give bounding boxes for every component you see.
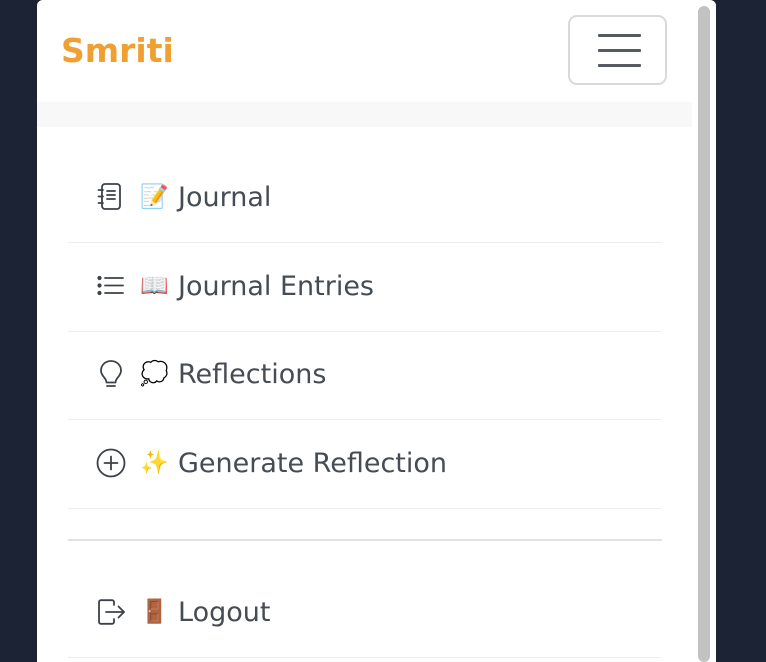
box-arrow-right-icon — [95, 596, 127, 628]
brand-logo[interactable]: Smriti — [61, 29, 174, 73]
open-book-emoji: 📖 — [140, 273, 169, 299]
menu-divider — [68, 539, 662, 541]
nav-menu: 📝 Journal 📖 Journal Entries 💭 Reflection… — [68, 127, 662, 662]
sparkles-emoji: ✨ — [140, 450, 169, 476]
nav-item-label: Reflections — [178, 359, 327, 390]
navbar: Smriti — [37, 0, 692, 102]
nav-item-logout[interactable]: 🚪 Logout — [68, 570, 662, 658]
scrollbar-thumb[interactable] — [698, 6, 710, 662]
thought-balloon-emoji: 💭 — [140, 361, 169, 387]
nav-item-label: Logout — [178, 597, 271, 628]
nav-item-journal[interactable]: 📝 Journal — [68, 155, 662, 243]
lightbulb-icon — [95, 358, 127, 390]
memo-emoji: 📝 — [140, 184, 169, 210]
list-icon — [95, 270, 127, 302]
navbar-collapse-divider — [37, 102, 692, 127]
nav-item-reflections[interactable]: 💭 Reflections — [68, 332, 662, 420]
app-window: Smriti 📝 Journal 📖 Journal Entries 💭 Ref… — [37, 0, 716, 662]
nav-item-journal-entries[interactable]: 📖 Journal Entries — [68, 244, 662, 332]
nav-item-label: Generate Reflection — [178, 448, 448, 479]
plus-circle-icon — [95, 447, 127, 479]
door-emoji: 🚪 — [140, 599, 169, 625]
journal-notebook-icon — [95, 181, 127, 213]
nav-item-generate-reflection[interactable]: ✨ Generate Reflection — [68, 421, 662, 509]
scrollbar[interactable] — [692, 0, 716, 662]
nav-item-label: Journal Entries — [178, 271, 375, 302]
navbar-toggler-button[interactable] — [568, 15, 667, 85]
nav-item-label: Journal — [178, 182, 272, 213]
